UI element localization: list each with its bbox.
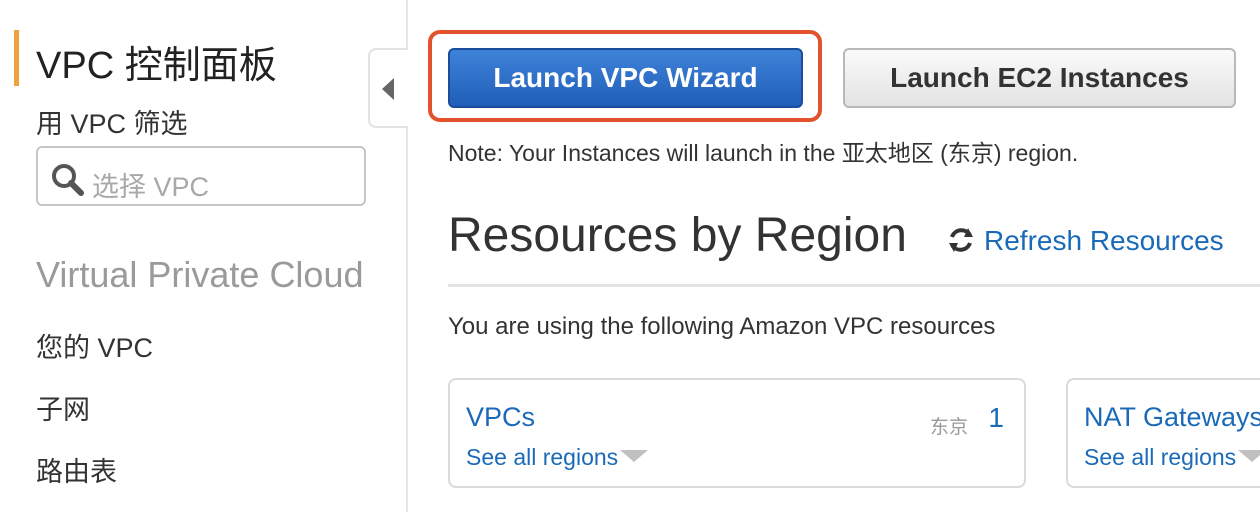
card-title-nat-gateways[interactable]: NAT Gateways <box>1084 402 1260 433</box>
card-region-label: 东京 <box>929 417 968 438</box>
launch-ec2-instances-button[interactable]: Launch EC2 Instances <box>843 48 1236 108</box>
vpc-filter-select[interactable]: 选择 VPC <box>36 146 366 206</box>
see-all-regions-link[interactable]: See all regions <box>1084 444 1260 471</box>
launch-vpc-wizard-button[interactable]: Launch VPC Wizard <box>448 48 803 108</box>
resource-card-nat-gateways: NAT Gateways See all regions <box>1066 378 1260 488</box>
region-note: Note: Your Instances will launch in the … <box>448 140 1079 166</box>
vpc-dashboard-page: VPC 控制面板 用 VPC 筛选 选择 VPC Virtual Private… <box>0 0 1260 512</box>
refresh-resources-link[interactable]: Refresh Resources <box>946 225 1224 257</box>
sidebar-title: VPC 控制面板 <box>36 45 277 87</box>
search-icon <box>52 164 84 196</box>
sidebar-collapse-button[interactable] <box>368 48 408 128</box>
section-heading-vpc: Virtual Private Cloud <box>36 254 364 295</box>
dropdown-arrow-icon <box>1238 450 1260 462</box>
chevron-left-icon <box>382 78 394 100</box>
resources-intro-text: You are using the following Amazon VPC r… <box>448 313 996 340</box>
see-all-regions-link[interactable]: See all regions <box>466 444 649 471</box>
dropdown-arrow-icon <box>620 450 649 462</box>
sidebar: VPC 控制面板 用 VPC 筛选 选择 VPC Virtual Private… <box>0 0 406 512</box>
see-all-regions-label: See all regions <box>1084 444 1237 470</box>
resources-by-region-heading: Resources by Region <box>448 209 907 262</box>
sidebar-item-subnets[interactable]: 子网 <box>36 388 90 427</box>
sidebar-item-your-vpcs[interactable]: 您的 VPC <box>36 326 153 365</box>
sidebar-accent-bar <box>14 30 19 86</box>
resource-card-vpcs: VPCs See all regions 东京 1 <box>448 378 1026 488</box>
refresh-icon <box>949 228 973 252</box>
see-all-regions-label: See all regions <box>466 444 619 470</box>
vpc-filter-placeholder: 选择 VPC <box>92 172 210 202</box>
card-title-vpcs[interactable]: VPCs <box>466 402 535 433</box>
vpc-filter-label: 用 VPC 筛选 <box>36 109 188 139</box>
sidebar-item-route-tables[interactable]: 路由表 <box>36 450 117 489</box>
main-divider <box>448 284 1260 287</box>
card-count-vpcs[interactable]: 1 <box>988 402 1004 434</box>
refresh-resources-label: Refresh Resources <box>984 225 1224 256</box>
